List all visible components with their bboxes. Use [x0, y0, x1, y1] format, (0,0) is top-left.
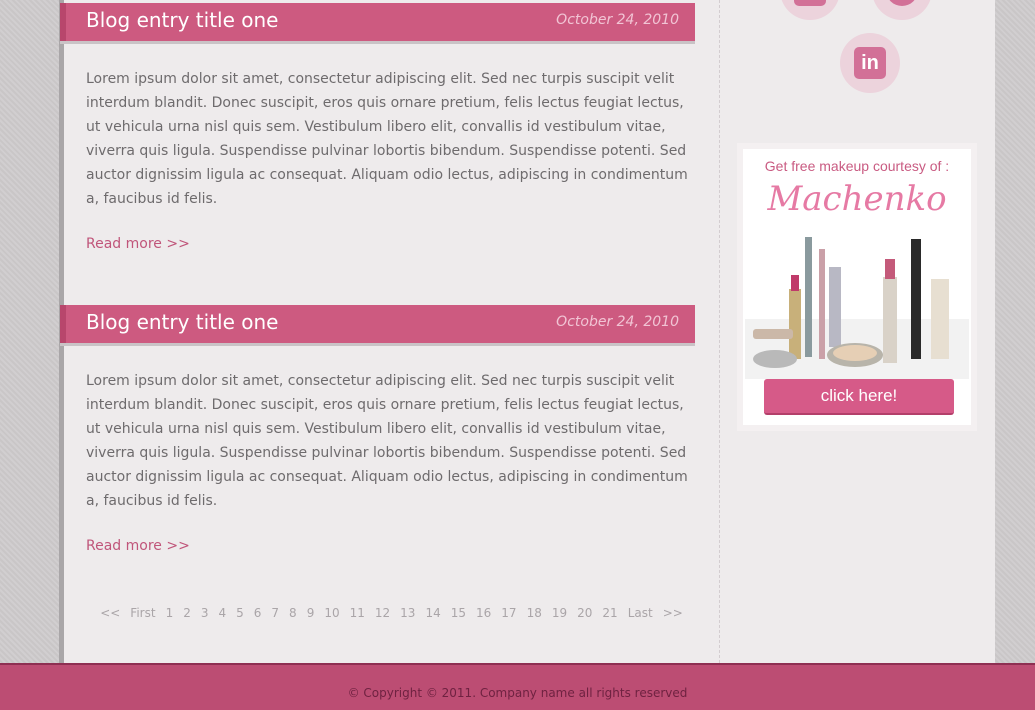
pagination-page-4[interactable]: 4 — [213, 606, 231, 626]
pagination-page-20[interactable]: 20 — [572, 606, 597, 626]
post-header: Blog entry title one October 24, 2010 — [60, 3, 695, 41]
pagination-page-19[interactable]: 19 — [547, 606, 572, 626]
pagination-page-12[interactable]: 12 — [370, 606, 395, 626]
linkedin-glyph: in — [854, 47, 886, 79]
footer-copyright: © Copyright © 2011. Company name all rig… — [347, 686, 688, 700]
pagination-prev[interactable]: << — [95, 606, 125, 626]
pagination-page-14[interactable]: 14 — [420, 606, 445, 626]
pagination-page-1[interactable]: 1 — [161, 606, 179, 626]
ad-click-here-button[interactable]: click here! — [764, 379, 954, 415]
pagination-page-5[interactable]: 5 — [231, 606, 249, 626]
post-body: Lorem ipsum dolor sit amet, consectetur … — [86, 373, 688, 509]
footer: © Copyright © 2011. Company name all rig… — [0, 663, 1035, 710]
pagination-next[interactable]: >> — [658, 606, 688, 626]
pagination-page-16[interactable]: 16 — [471, 606, 496, 626]
pagination-page-7[interactable]: 7 — [266, 606, 284, 626]
pagination-page-11[interactable]: 11 — [345, 606, 370, 626]
pagination: << First 1 2 3 4 5 6 7 8 9 10 11 12 13 14 15 16 17 18 19 20… — [64, 606, 719, 626]
makeup-products-image — [745, 237, 969, 379]
pagination-page-18[interactable]: 18 — [522, 606, 547, 626]
ad-tagline: Get free makeup courtesy of : — [764, 158, 950, 174]
post-body: Lorem ipsum dolor sit amet, consectetur … — [86, 71, 688, 207]
pagination-page-2[interactable]: 2 — [178, 606, 196, 626]
pagination-first[interactable]: First — [125, 606, 160, 626]
post-title-link[interactable]: Blog entry title one — [86, 8, 278, 32]
pagination-page-9[interactable]: 9 — [302, 606, 320, 626]
pagination-page-21[interactable]: 21 — [597, 606, 622, 626]
ad-brand-logo: Machenko — [767, 179, 947, 219]
pagination-page-10[interactable]: 10 — [319, 606, 344, 626]
post-date: October 24, 2010 — [556, 314, 679, 330]
linkedin-icon[interactable]: in — [840, 33, 900, 93]
pagination-page-15[interactable]: 15 — [446, 606, 471, 626]
ad-banner[interactable]: Get free makeup courtesy of : Machenko c… — [737, 143, 977, 431]
pagination-page-3[interactable]: 3 — [196, 606, 214, 626]
pagination-page-6[interactable]: 6 — [249, 606, 267, 626]
pagination-page-13[interactable]: 13 — [395, 606, 420, 626]
read-more-link[interactable]: Read more >> — [86, 236, 190, 252]
read-more-link[interactable]: Read more >> — [86, 538, 190, 554]
pagination-last[interactable]: Last — [623, 606, 658, 626]
post-title-link[interactable]: Blog entry title one — [86, 310, 278, 334]
post-header: Blog entry title one October 24, 2010 — [60, 305, 695, 343]
pagination-page-17[interactable]: 17 — [496, 606, 521, 626]
pagination-page-8[interactable]: 8 — [284, 606, 302, 626]
post-date: October 24, 2010 — [556, 12, 679, 28]
